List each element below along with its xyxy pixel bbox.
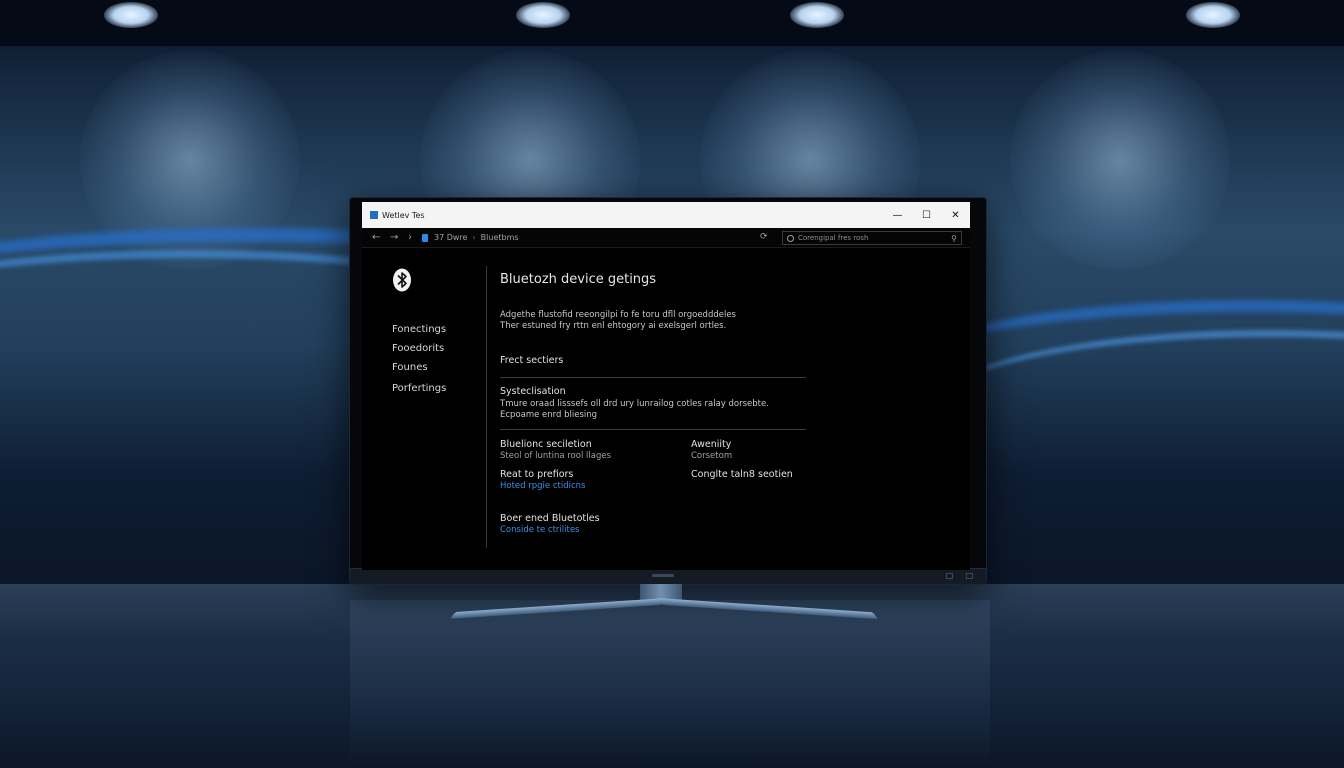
- option-heading[interactable]: Bluelionc seciletion: [500, 439, 592, 450]
- folder-icon: [422, 233, 428, 242]
- ceiling-spotlight: [1186, 2, 1240, 28]
- ceiling-spotlight: [790, 2, 844, 28]
- breadcrumb-item[interactable]: Bluetbms: [481, 233, 519, 242]
- option-link[interactable]: Conside te ctrilites: [500, 525, 579, 535]
- forward-arrow-icon[interactable]: →: [390, 232, 408, 243]
- option-heading[interactable]: Conglte taln8 seotien: [691, 469, 793, 480]
- wall-light-glow: [1010, 50, 1230, 270]
- section-divider: [500, 377, 806, 378]
- search-icon[interactable]: ⚲: [951, 234, 957, 243]
- page-description: Ther estuned fry rttn enl ehtogory ai ex…: [500, 321, 727, 331]
- monitor-button: [946, 573, 953, 579]
- ceiling-spotlight: [104, 2, 158, 28]
- chevron-down-icon[interactable]: ›: [408, 232, 418, 243]
- title-bar: Wetlev Tes — ☐ ✕: [362, 202, 970, 228]
- window-controls: — ☐ ✕: [883, 202, 970, 228]
- refresh-icon[interactable]: ⟳: [760, 232, 768, 242]
- section-heading: Systeclisation: [500, 386, 566, 397]
- close-icon[interactable]: ✕: [941, 202, 970, 228]
- monitor-button: [966, 573, 973, 579]
- back-arrow-icon[interactable]: ←: [372, 232, 390, 243]
- main-content: Bluetozh device getings Adgethe flustofi…: [500, 248, 960, 570]
- section-description: Ecpoame enrd bliesing: [500, 410, 598, 420]
- window-title: Wetlev Tes: [382, 210, 425, 220]
- option-subtext: Corsetom: [691, 451, 733, 461]
- bluetooth-icon: [393, 268, 411, 292]
- option-subtext: Steol of luntina rool llages: [500, 451, 612, 461]
- app-icon: [370, 211, 378, 219]
- option-link[interactable]: Hoted rpgie ctidicns: [500, 481, 585, 491]
- ceiling-spotlight: [516, 2, 570, 28]
- search-input[interactable]: Corengipal fres rosh ⚲: [782, 231, 962, 245]
- ceiling: [0, 0, 1344, 46]
- sidebar-item[interactable]: Porfertings: [392, 383, 446, 394]
- sidebar: Fonectings Fooedorits Founes Porfertings: [362, 248, 486, 570]
- option-heading[interactable]: Boer ened Bluetotles: [500, 513, 600, 524]
- page-description: Adgethe flustofid reeongilpi fo fe toru …: [500, 310, 736, 320]
- search-placeholder: Corengipal fres rosh: [798, 234, 869, 242]
- monitor-logo: [652, 574, 674, 577]
- section-description: Tmure oraad lisssefs oll drd ury lunrail…: [500, 399, 769, 409]
- breadcrumb-separator-icon: ›: [472, 233, 476, 242]
- settings-window: Wetlev Tes — ☐ ✕ ← → › 37 Dwre › Bluetbm…: [362, 202, 970, 570]
- breadcrumb-item[interactable]: 37 Dwre: [434, 233, 467, 242]
- sidebar-item[interactable]: Founes: [392, 362, 428, 373]
- sidebar-item[interactable]: Fooedorits: [392, 343, 444, 354]
- sidebar-divider: [486, 266, 487, 548]
- section-divider: [500, 429, 806, 430]
- maximize-icon[interactable]: ☐: [912, 202, 941, 228]
- minimize-icon[interactable]: —: [883, 202, 912, 228]
- sidebar-item[interactable]: Fonectings: [392, 324, 446, 335]
- table-reflection: [350, 600, 990, 768]
- section-heading: Frect sectiers: [500, 355, 564, 366]
- search-circle-icon: [787, 234, 794, 242]
- option-heading[interactable]: Aweniity: [691, 439, 731, 450]
- address-bar: ← → › 37 Dwre › Bluetbms ⟳ Corengipal fr…: [362, 228, 970, 248]
- page-title: Bluetozh device getings: [500, 272, 657, 287]
- option-heading[interactable]: Reat to prefiors: [500, 469, 573, 480]
